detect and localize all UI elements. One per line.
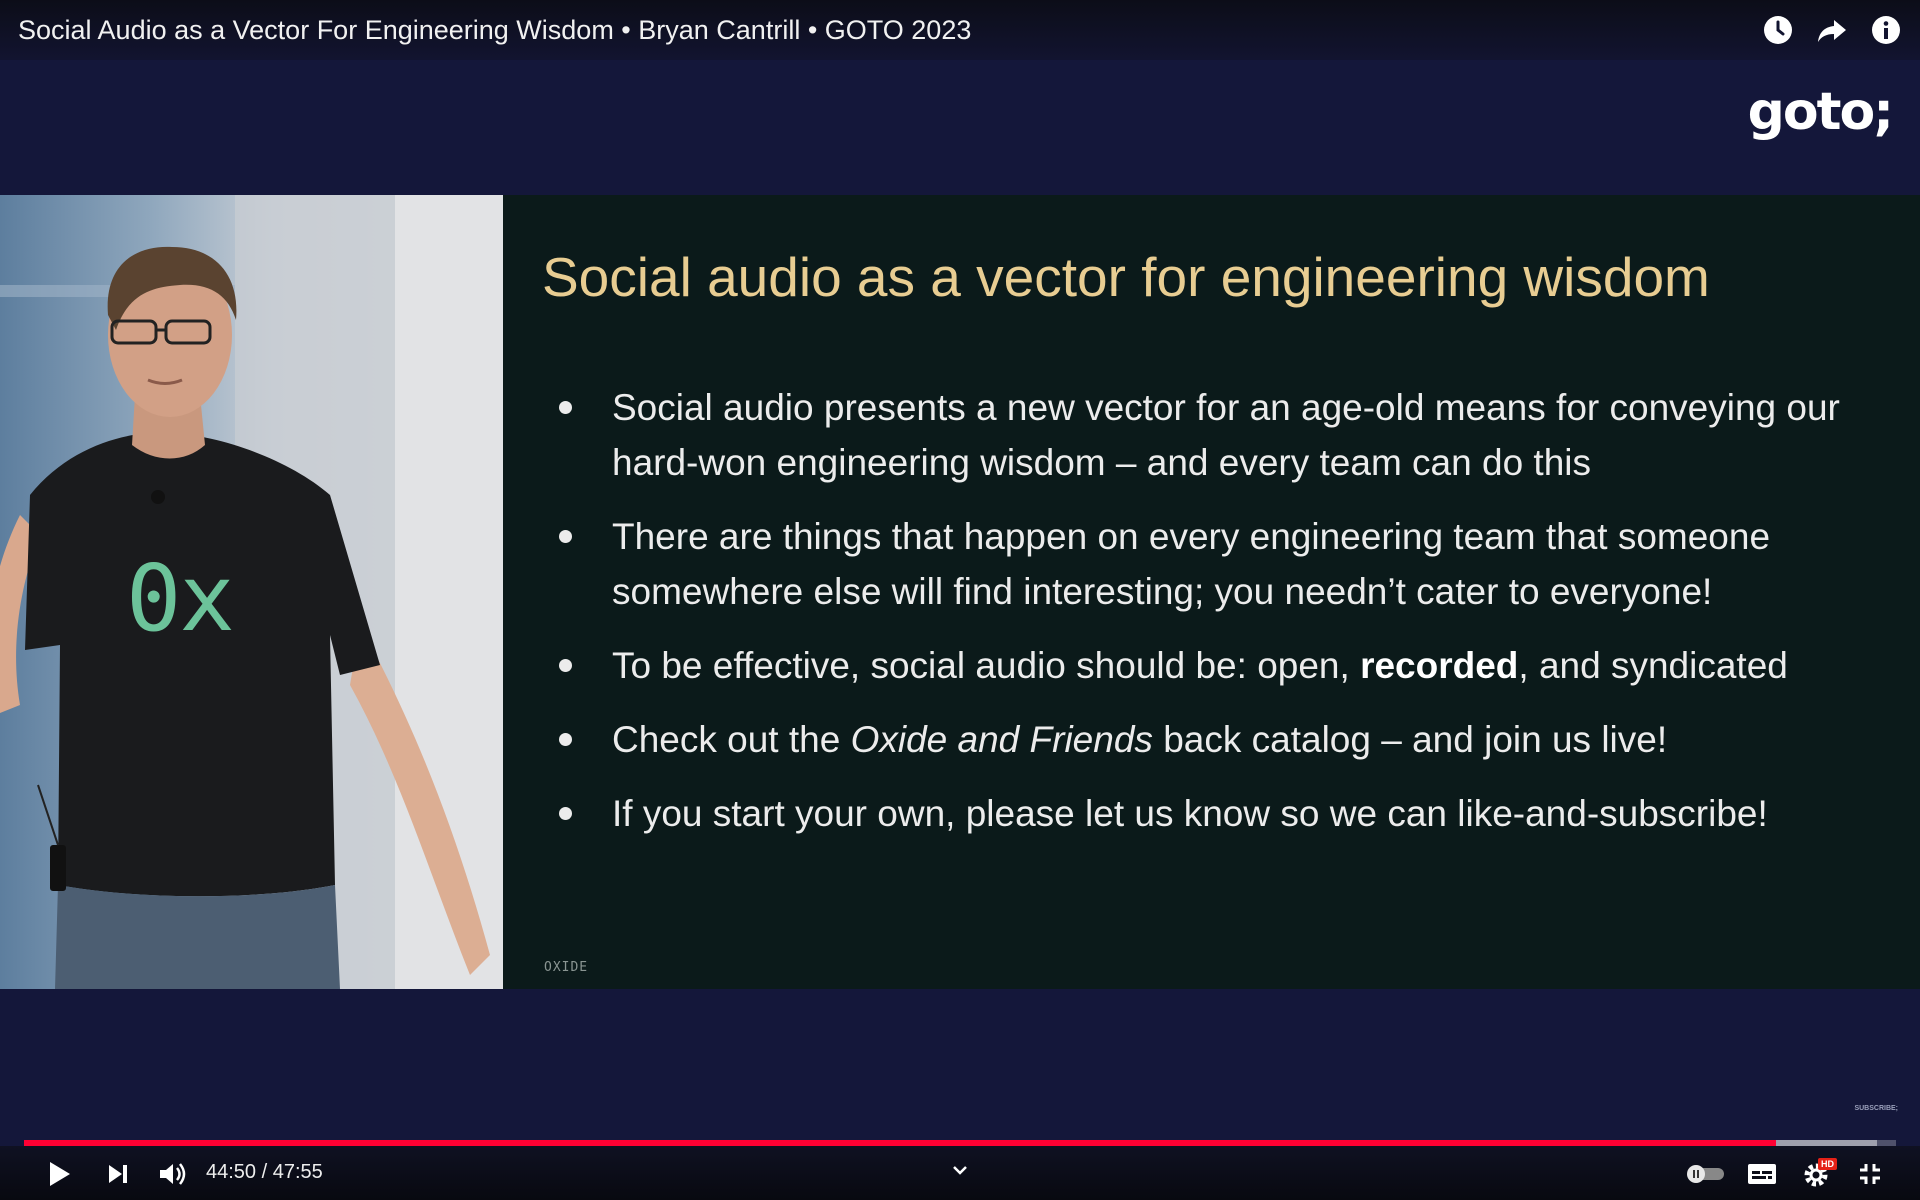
bullet-dot [559,807,572,820]
settings-button[interactable]: HD [1800,1156,1837,1192]
bullet-text-bold: recorded [1360,645,1519,686]
play-icon[interactable] [40,1156,76,1192]
shirt-logo: 0x [126,545,235,652]
video-title[interactable]: Social Audio as a Vector For Engineering… [18,15,971,46]
bullet-dot [559,401,572,414]
bullet-text-after: back catalog – and join us live! [1152,719,1668,760]
time-current: 44:50 [206,1161,257,1183]
hd-badge: HD [1818,1158,1837,1170]
subscribe-watermark: SUBSCRIBE; [1854,1105,1898,1112]
info-icon[interactable] [1870,14,1902,46]
time-display: 44:50 / 47:55 [206,1161,323,1184]
volume-icon[interactable] [154,1156,190,1192]
speaker-image [0,195,503,989]
bullet-text: If you start your own, please let us kno… [612,793,1768,834]
bullet-dot [559,659,572,672]
subtitles-icon[interactable] [1744,1156,1780,1192]
time-duration: 47:55 [272,1161,323,1183]
bullet-dot [559,733,572,746]
bullet-item: To be effective, social audio should be:… [555,638,1920,693]
slide: Social audio as a vector for engineering… [503,195,1920,989]
chevron-down-icon[interactable] [948,1158,972,1182]
bullet-text-before: Check out the [612,719,851,760]
slide-title: Social audio as a vector for engineering… [542,246,1710,308]
control-bar: 44:50 / 47:55 HD [0,1146,1920,1200]
exit-fullscreen-icon[interactable] [1852,1156,1888,1192]
time-separator: / [256,1161,273,1183]
share-icon[interactable] [1816,14,1848,46]
top-bar: Social Audio as a Vector For Engineering… [0,0,1920,60]
bullet-item: Social audio presents a new vector for a… [555,380,1920,490]
bullet-text: There are things that happen on every en… [612,516,1771,612]
bullet-item: Check out the Oxide and Friends back cat… [555,712,1920,767]
bullet-item: There are things that happen on every en… [555,509,1920,619]
bullet-text: Social audio presents a new vector for a… [612,387,1840,483]
bullet-item: If you start your own, please let us kno… [555,786,1920,841]
bullet-list: Social audio presents a new vector for a… [555,380,1920,860]
goto-logo: goto; [1747,82,1894,142]
video-player[interactable]: Social Audio as a Vector For Engineering… [0,0,1920,1200]
bullet-text-after: , and syndicated [1518,645,1788,686]
bullet-text-italic: Oxide and Friends [850,719,1153,760]
bullet-text-before: To be effective, social audio should be:… [612,645,1361,686]
bullet-dot [559,530,572,543]
video-frame[interactable]: 0x Social audio as a vector for engineer… [0,195,1920,989]
watch-later-icon[interactable] [1762,14,1794,46]
autoplay-toggle-icon[interactable] [1684,1156,1728,1192]
slide-footer: OXIDE [544,960,589,975]
speaker-video: 0x [0,195,503,989]
next-icon[interactable] [100,1156,136,1192]
top-icons [1762,14,1902,46]
